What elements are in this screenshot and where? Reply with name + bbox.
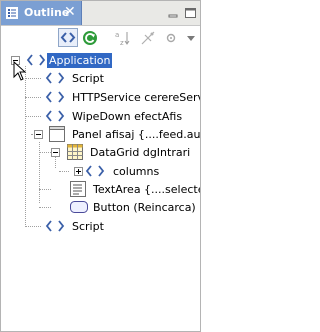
- outline-tree: Application Script HTTPService cerereSer…: [1, 51, 200, 331]
- outline-toolbar: a z: [1, 26, 200, 50]
- tag-icon: [45, 110, 65, 122]
- tree-node-label: HTTPService cerereServic: [72, 91, 200, 104]
- filter-icon[interactable]: [139, 29, 157, 47]
- datagrid-icon: [67, 144, 83, 160]
- tree-node-wipedown[interactable]: WipeDown efectAfis: [1, 108, 200, 125]
- collapse-toggle[interactable]: [34, 130, 43, 139]
- tab-outline-label: Outline: [24, 6, 70, 19]
- tree-node-script[interactable]: Script: [1, 70, 200, 87]
- tag-icon: [45, 72, 65, 84]
- tree-node-datagrid[interactable]: DataGrid dgIntrari: [1, 144, 200, 161]
- tree-node-label: columns: [113, 165, 160, 178]
- svg-text:z: z: [120, 39, 124, 47]
- sort-az-icon[interactable]: a z: [114, 29, 132, 47]
- tag-icon: [45, 220, 65, 232]
- collapse-toggle[interactable]: [51, 148, 60, 157]
- tag-icon: [45, 91, 65, 103]
- angle-brackets-icon: [60, 32, 76, 43]
- tree-node-label: Script: [72, 72, 104, 85]
- tag-icon: [26, 54, 46, 66]
- tree-node-label: Script: [72, 220, 104, 233]
- expand-toggle[interactable]: [74, 167, 83, 176]
- tree-node-label: TextArea {....selectedI: [93, 183, 200, 196]
- close-icon[interactable]: ✕: [64, 4, 76, 20]
- maximize-icon[interactable]: [184, 6, 198, 20]
- tree-node-label: DataGrid dgIntrari: [90, 146, 191, 159]
- outline-icon: [6, 7, 18, 19]
- tree-node-label: WipeDown efectAfis: [72, 110, 183, 123]
- tree-node-label: Panel afisaj {....feed.author: [72, 128, 200, 141]
- tree-node-label: Application: [47, 53, 113, 68]
- chevron-down-icon[interactable]: [182, 29, 200, 47]
- tree-node-textarea[interactable]: TextArea {....selectedI: [1, 181, 200, 198]
- textarea-icon: [70, 181, 86, 197]
- tree-node-httpservice[interactable]: HTTPService cerereServic: [1, 89, 200, 106]
- tree-node-button[interactable]: Button (Reincarca): [1, 199, 200, 216]
- tag-icon: [85, 165, 105, 177]
- view-tab-strip: Outline ✕: [1, 1, 200, 26]
- panel-icon: [49, 126, 65, 142]
- tree-node-script[interactable]: Script: [1, 218, 200, 235]
- tab-outline[interactable]: Outline ✕: [1, 1, 82, 25]
- green-refresh-icon[interactable]: [81, 29, 99, 47]
- tree-node-panel[interactable]: Panel afisaj {....feed.author: [1, 126, 200, 143]
- outline-view: Outline ✕ a z Application Script HTTPSer…: [0, 0, 201, 332]
- minimize-icon[interactable]: [167, 6, 181, 20]
- tree-node-application[interactable]: Application: [1, 52, 200, 69]
- button-component-icon: [70, 201, 88, 213]
- svg-text:a: a: [115, 31, 119, 39]
- tree-node-columns[interactable]: columns: [1, 163, 200, 180]
- gear-icon[interactable]: [162, 29, 180, 47]
- tree-node-label: Button (Reincarca): [93, 201, 196, 214]
- sync-selection-button[interactable]: [58, 28, 78, 47]
